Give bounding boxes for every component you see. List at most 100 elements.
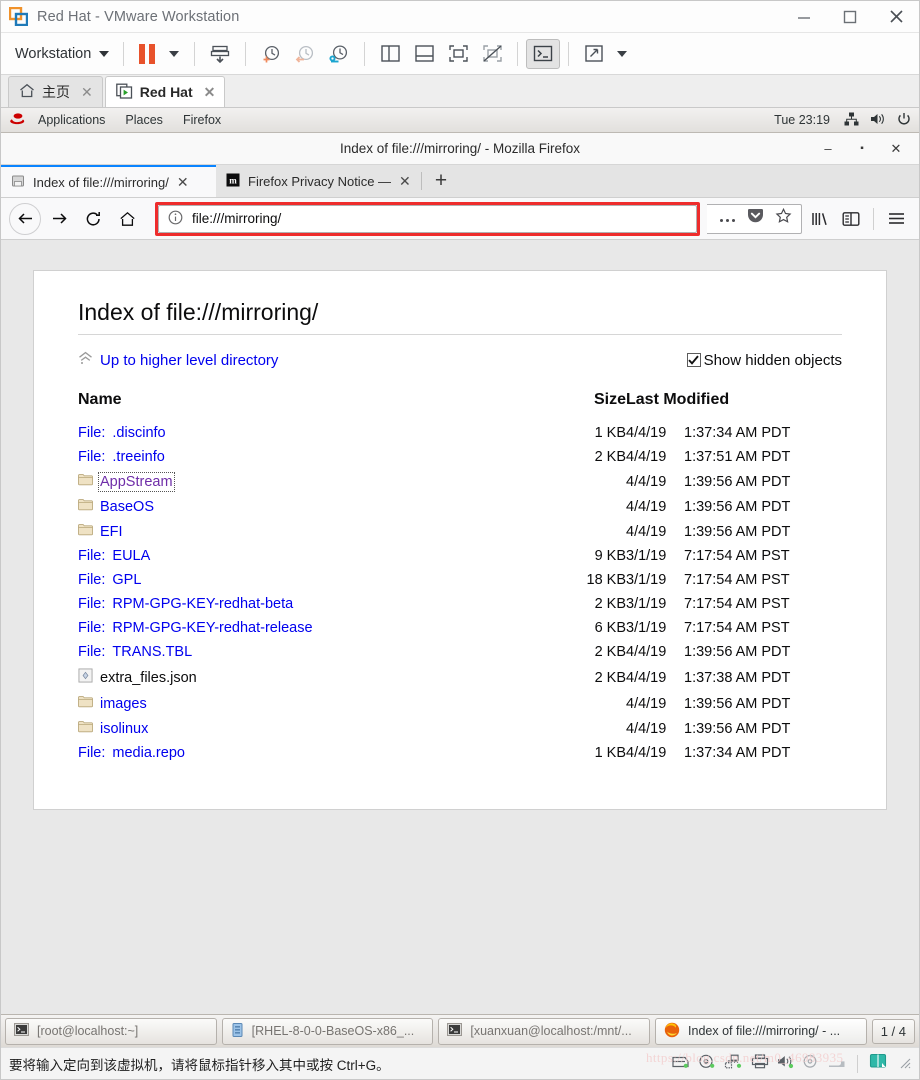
column-header-name[interactable]: Name xyxy=(78,387,534,421)
ff-maximize-button[interactable]: ▪ xyxy=(845,134,879,164)
cell-last-modified: 4/4/19 1:39:56 AM PDT xyxy=(626,494,842,519)
file-entry-link[interactable]: images xyxy=(78,695,147,712)
sidebar-icon[interactable] xyxy=(836,203,866,235)
pocket-icon[interactable] xyxy=(747,208,764,229)
file-entry-link[interactable]: File: .discinfo xyxy=(78,425,166,441)
power-icon[interactable] xyxy=(897,112,911,129)
column-header-size[interactable]: Size xyxy=(534,387,626,421)
hamburger-menu-icon[interactable] xyxy=(881,203,911,235)
browser-tab-index-close-icon[interactable]: ✕ xyxy=(177,174,189,191)
close-button[interactable] xyxy=(873,1,919,32)
printer-device-icon[interactable] xyxy=(751,1053,769,1074)
hide-thumbnail-button[interactable] xyxy=(475,39,509,69)
taskbar-item-terminal-xuanxuan[interactable]: [xuanxuan@localhost:/mnt/... xyxy=(438,1017,651,1045)
resize-grip-icon[interactable] xyxy=(896,1054,911,1074)
taskbar-item-firefox[interactable]: Index of file:///mirroring/ - ... xyxy=(655,1017,867,1045)
taskbar-item-terminal-root[interactable]: [root@localhost:~] xyxy=(5,1017,217,1045)
vm-tab-home-close-icon[interactable]: ✕ xyxy=(81,84,93,101)
file-entry-link[interactable]: File: RPM-GPG-KEY-redhat-beta xyxy=(78,596,293,612)
revert-snapshot-button[interactable] xyxy=(288,39,322,69)
home-icon xyxy=(19,83,35,101)
network-adapter-device-icon[interactable] xyxy=(724,1054,743,1074)
floppy-device-icon[interactable] xyxy=(802,1054,819,1074)
cd-dvd-device-icon[interactable] xyxy=(698,1054,716,1074)
take-snapshot-button[interactable] xyxy=(254,39,288,69)
minimize-button[interactable] xyxy=(781,1,827,32)
maximize-button[interactable] xyxy=(827,1,873,32)
file-entry-link[interactable]: AppStream xyxy=(78,471,175,492)
snapshot-manager-button[interactable] xyxy=(322,39,356,69)
workspace-indicator[interactable]: 1 / 4 xyxy=(871,1018,915,1044)
file-prefix-label: File: xyxy=(78,745,106,761)
file-entry-link[interactable]: BaseOS xyxy=(78,498,154,515)
file-entry-link[interactable]: File: media.repo xyxy=(78,745,185,761)
vm-tab-redhat[interactable]: Red Hat ✕ xyxy=(104,76,226,107)
guest-os-screen: Applications Places Firefox Tue 23:19 In… xyxy=(1,108,919,1047)
browser-tab-privacy[interactable]: m Firefox Privacy Notice — ✕ xyxy=(216,165,421,197)
fullscreen-button[interactable] xyxy=(577,39,611,69)
usb-device-icon[interactable] xyxy=(827,1054,846,1074)
info-circle-icon[interactable] xyxy=(168,210,183,228)
applications-menu[interactable]: Applications xyxy=(28,113,115,127)
browser-tab-index[interactable]: Index of file:///mirroring/ ✕ xyxy=(1,165,216,197)
toolbar-divider xyxy=(123,41,125,66)
cell-size: 6 KB xyxy=(594,620,626,636)
toolbar-divider xyxy=(245,41,247,66)
column-header-last-modified[interactable]: Last Modified xyxy=(626,387,842,421)
ellipsis-icon[interactable] xyxy=(719,210,736,228)
new-tab-button[interactable]: + xyxy=(422,165,460,197)
volume-icon[interactable] xyxy=(870,112,886,129)
back-button[interactable] xyxy=(9,202,41,235)
clock[interactable]: Tue 23:19 xyxy=(774,113,830,127)
vm-tab-redhat-close-icon[interactable]: ✕ xyxy=(204,84,216,101)
ff-minimize-button[interactable]: – xyxy=(811,134,845,164)
browser-tab-privacy-close-icon[interactable]: ✕ xyxy=(399,173,411,190)
file-entry-link[interactable]: File: .treeinfo xyxy=(78,449,165,465)
cell-date: 4/4/19 xyxy=(626,745,667,761)
forward-button[interactable] xyxy=(43,203,75,235)
url-bar[interactable]: file:///mirroring/ xyxy=(158,204,697,233)
file-entry-link[interactable]: File: TRANS.TBL xyxy=(78,644,192,660)
firefox-title-bar: Index of file:///mirroring/ - Mozilla Fi… xyxy=(1,133,919,165)
reload-button[interactable] xyxy=(77,203,109,235)
directory-table-body: File: .discinfo 1 KB 4/4/19 1:37:34 AM PDT Fi… xyxy=(78,421,842,765)
hard-disk-device-icon[interactable] xyxy=(671,1054,690,1074)
file-entry-link[interactable]: File: EULA xyxy=(78,548,150,564)
star-icon[interactable] xyxy=(775,207,792,229)
file-entry-name: AppStream xyxy=(98,471,175,492)
ff-close-button[interactable]: ✕ xyxy=(879,134,913,164)
firefox-window-buttons: – ▪ ✕ xyxy=(811,134,919,164)
places-menu[interactable]: Places xyxy=(115,113,173,127)
show-hidden-objects-toggle[interactable]: Show hidden objects xyxy=(686,352,842,369)
fullscreen-dropdown-button[interactable] xyxy=(611,39,633,69)
taskbar-item-rhel-iso[interactable]: [RHEL-8-0-0-BaseOS-x86_... xyxy=(221,1017,434,1045)
pause-dropdown-button[interactable] xyxy=(162,39,186,69)
vm-tab-home[interactable]: 主页 ✕ xyxy=(8,76,103,107)
file-entry-name: RPM-GPG-KEY-redhat-release xyxy=(112,620,313,636)
pause-vm-button[interactable] xyxy=(132,39,162,69)
show-thumbnail-button[interactable] xyxy=(441,39,475,69)
cell-date: 4/4/19 xyxy=(626,695,667,712)
vmware-logo-icon xyxy=(8,6,29,27)
pause-icon xyxy=(139,43,156,64)
file-entry-link[interactable]: extra_files.json xyxy=(78,668,197,687)
display-device-icon[interactable] xyxy=(869,1053,888,1074)
cell-name: EFI xyxy=(78,519,534,544)
up-arrow-icon xyxy=(78,351,93,369)
show-bottom-panel-button[interactable] xyxy=(407,39,441,69)
snapshot-button[interactable] xyxy=(203,39,237,69)
show-hidden-checkbox[interactable] xyxy=(686,353,701,367)
workstation-menu-button[interactable]: Workstation xyxy=(7,38,115,70)
console-view-button[interactable] xyxy=(526,38,561,69)
file-entry-link[interactable]: File: RPM-GPG-KEY-redhat-release xyxy=(78,620,313,636)
home-button[interactable] xyxy=(111,203,143,235)
up-to-parent-link[interactable]: Up to higher level directory xyxy=(78,351,278,369)
sound-card-device-icon[interactable] xyxy=(777,1054,794,1074)
network-icon[interactable] xyxy=(844,112,859,129)
show-sidebar-button[interactable] xyxy=(373,39,407,69)
library-icon[interactable] xyxy=(804,203,834,235)
file-entry-link[interactable]: EFI xyxy=(78,523,123,540)
file-entry-link[interactable]: File: GPL xyxy=(78,572,141,588)
firefox-menu[interactable]: Firefox xyxy=(173,113,231,127)
file-entry-link[interactable]: isolinux xyxy=(78,720,148,737)
